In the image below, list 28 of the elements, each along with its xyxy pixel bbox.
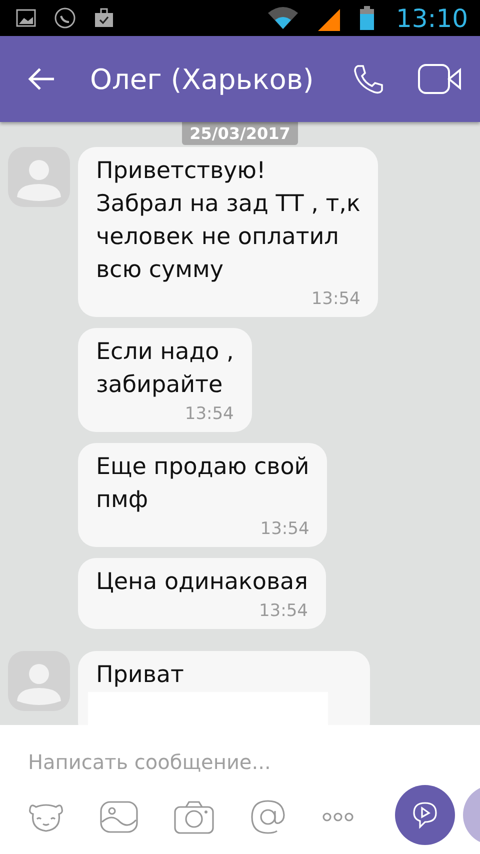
message-text: Если надо , забирайте [96,338,234,400]
call-button[interactable] [352,63,384,95]
more-button[interactable] [322,812,354,822]
play-bubble-icon [412,801,438,829]
briefcase-icon [94,8,114,28]
message-time: 13:54 [260,519,310,539]
date-label: 25/03/2017 [182,122,298,145]
status-time: 13:10 [396,4,468,32]
message-text: Приветствую! Забрал на зад ТТ , т,к человек не оплатил всю сумму [96,157,360,285]
sticker-button[interactable] [28,801,64,833]
picture-icon [16,9,36,27]
mention-button[interactable] [250,799,286,835]
message-time: 13:54 [258,601,308,621]
message-text: Цена одинаковая [96,568,308,597]
message-text: Приват [96,661,185,690]
avatar-icon [8,651,70,711]
phone-icon [54,7,76,29]
back-button[interactable] [28,67,56,91]
wifi-icon [268,7,298,29]
gallery-button[interactable] [100,801,138,833]
battery-icon [360,6,374,30]
message-time: 13:54 [311,289,360,309]
camera-button[interactable] [174,800,214,834]
message-time: 13:54 [184,404,234,424]
contact-name: Олег (Харьков) [90,62,315,96]
message-text: Еще продаю свой пмф [96,453,310,515]
avatar-icon [8,147,70,207]
video-call-button[interactable] [418,64,462,94]
